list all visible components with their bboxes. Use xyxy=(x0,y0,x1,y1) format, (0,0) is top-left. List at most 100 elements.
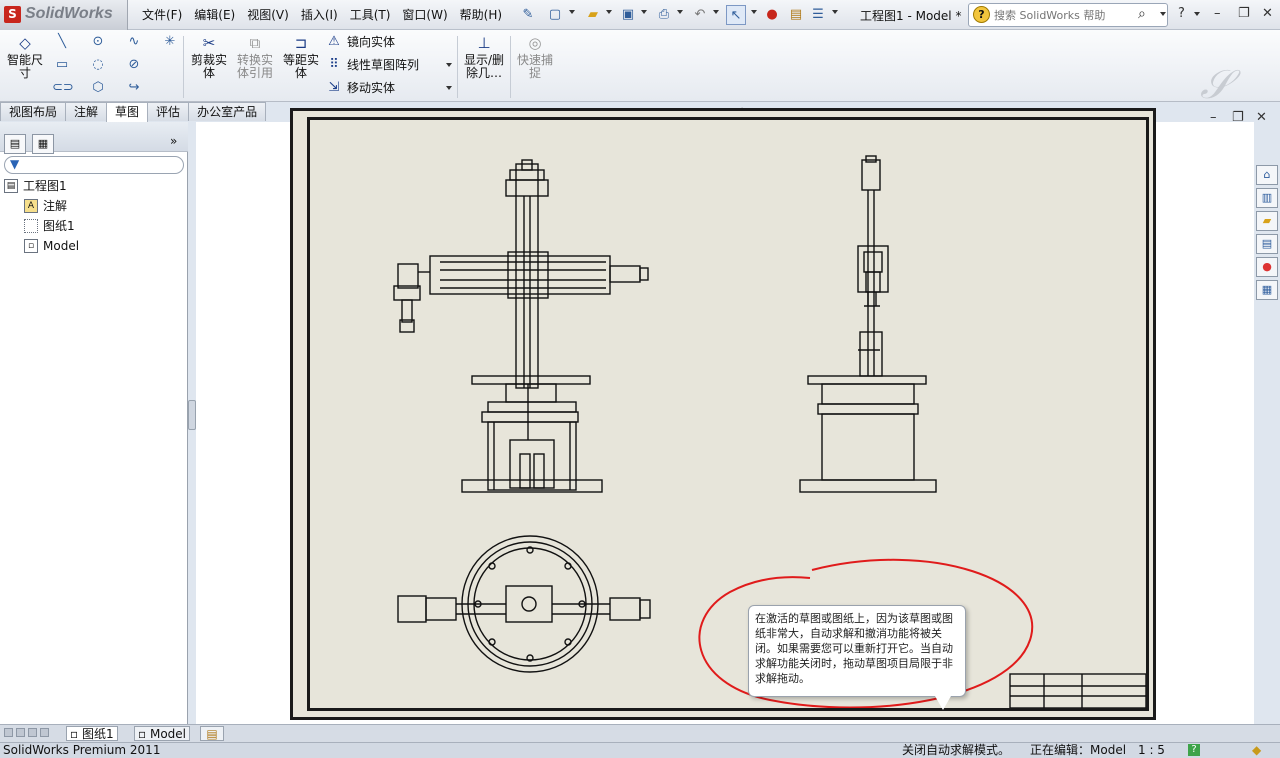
tree-item-label: Model xyxy=(43,239,80,253)
move-entities-button[interactable]: ⇲ 移动实体 xyxy=(325,80,395,96)
front-view xyxy=(393,159,649,493)
title-block xyxy=(1009,673,1146,708)
help-search-dropdown-caret[interactable] xyxy=(1160,12,1166,16)
help-search-box[interactable]: ? ⌕ xyxy=(968,3,1168,27)
circle-icon[interactable]: ⊙ xyxy=(88,32,108,52)
new-document-icon[interactable]: ▢ xyxy=(545,5,565,25)
help-status-icon[interactable]: ? xyxy=(1188,744,1200,756)
tree-item-annotations[interactable]: A 注解 xyxy=(24,198,67,214)
restore-icon[interactable]: ❐ xyxy=(1238,6,1250,21)
sheet-icon xyxy=(24,219,38,233)
ellipse-icon[interactable]: ⊘ xyxy=(124,55,144,75)
file-explorer-icon[interactable]: ▰ xyxy=(1256,211,1278,231)
print-icon[interactable]: ⎙ xyxy=(654,5,674,25)
close-icon[interactable]: ✕ xyxy=(1262,6,1273,21)
auto-solve-tooltip: 在激活的草图或图纸上，因为该草图或图纸非常大，自动求解和撤消功能将被关闭。如果需… xyxy=(748,605,966,697)
tree-root[interactable]: ▤ 工程图1 xyxy=(4,178,67,194)
canvas-close-icon[interactable]: ✕ xyxy=(1256,110,1267,125)
first-sheet-arrow[interactable] xyxy=(4,728,13,737)
save-dropdown-caret[interactable] xyxy=(641,10,647,14)
tab-sketch[interactable]: 草图 xyxy=(106,102,149,123)
tree-filter[interactable]: ▼ xyxy=(4,156,184,174)
new-dropdown-caret[interactable] xyxy=(569,10,575,14)
options-dropdown-caret[interactable] xyxy=(832,10,838,14)
help-icon[interactable]: ? xyxy=(1178,6,1185,21)
home-icon[interactable]: ⌂ xyxy=(1256,165,1278,185)
view-palette-icon[interactable]: ▤ xyxy=(1256,234,1278,254)
print-dropdown-caret[interactable] xyxy=(677,10,683,14)
tooltip-tail xyxy=(935,696,951,710)
panel-splitter-handle[interactable] xyxy=(188,400,196,430)
tree-item-label: 图纸1 xyxy=(43,219,75,233)
undo-icon[interactable]: ↶ xyxy=(690,5,710,25)
select-arrow-icon[interactable]: ↖ xyxy=(726,5,746,25)
rebuild-traffic-light-icon[interactable]: ● xyxy=(762,5,782,25)
mirror-entities-button[interactable]: ⚠ 镜向实体 xyxy=(325,34,395,50)
tab-office-products[interactable]: 办公室产品 xyxy=(188,102,267,121)
minimize-icon[interactable]: – xyxy=(1214,6,1221,21)
canvas-minimize-icon[interactable]: – xyxy=(1210,110,1217,125)
linear-pattern-button[interactable]: ⠿ 线性草图阵列 xyxy=(325,57,419,73)
design-library-icon[interactable]: ▥ xyxy=(1256,188,1278,208)
rectangle-icon[interactable]: ▭ xyxy=(52,55,72,75)
appearances-icon[interactable]: ● xyxy=(1256,257,1278,277)
drawing-sheet[interactable] xyxy=(290,108,1156,720)
undo-dropdown-caret[interactable] xyxy=(713,10,719,14)
menu-help[interactable]: 帮助(H) xyxy=(454,7,508,25)
menu-edit[interactable]: 编辑(E) xyxy=(188,7,241,25)
custom-properties-icon[interactable]: ▦ xyxy=(1256,280,1278,300)
tree-item-sheet1[interactable]: 图纸1 xyxy=(24,218,75,234)
options-icon[interactable]: ☰ xyxy=(808,5,828,25)
last-sheet-arrow[interactable] xyxy=(40,728,49,737)
trim-entities-button[interactable]: ✂ 剪裁实 体 xyxy=(188,34,230,80)
polygon-icon[interactable]: ⬡ xyxy=(88,78,108,98)
tree-item-model[interactable]: ▫ Model xyxy=(24,238,79,254)
tab-annotation[interactable]: 注解 xyxy=(65,102,108,121)
prev-sheet-arrow[interactable] xyxy=(16,728,25,737)
arc-icon[interactable]: ◌ xyxy=(88,55,108,75)
fillet-icon[interactable]: ↪ xyxy=(124,78,144,98)
feature-tree-tab-icon[interactable]: ▤ xyxy=(4,134,26,154)
select-dropdown-caret[interactable] xyxy=(751,10,757,14)
app-logo[interactable]: S SolidWorks xyxy=(0,0,128,30)
pin-icon[interactable]: ✎ xyxy=(518,5,538,25)
file-properties-icon[interactable]: ▤ xyxy=(786,5,806,25)
menu-view[interactable]: 视图(V) xyxy=(241,7,295,25)
menu-file[interactable]: 文件(F) xyxy=(136,7,188,25)
open-folder-icon[interactable]: ▰ xyxy=(583,5,603,25)
slot-icon[interactable]: ⊂⊃ xyxy=(52,78,74,98)
pattern-dropdown-caret[interactable] xyxy=(446,63,452,67)
add-sheet-button[interactable]: ▤ xyxy=(200,726,224,741)
sheet-border xyxy=(307,117,1149,711)
menu-window[interactable]: 窗口(W) xyxy=(396,7,453,25)
help-dropdown-caret[interactable] xyxy=(1194,12,1200,16)
convert-entities-button[interactable]: ⧉ 转换实 体引用 xyxy=(233,34,277,80)
display-delete-relations-button[interactable]: ⊥ 显示/删 除几… xyxy=(461,34,507,80)
property-manager-tab-icon[interactable]: ▦ xyxy=(32,134,54,154)
smart-dimension-button[interactable]: ◇ 智能尺 寸 xyxy=(4,34,46,80)
engineering-drawing xyxy=(393,155,1146,708)
open-dropdown-caret[interactable] xyxy=(606,10,612,14)
tab-view-layout[interactable]: 视图布局 xyxy=(0,102,67,121)
quick-snaps-button[interactable]: ◎ 快速捕 捉 xyxy=(514,34,556,80)
offset-icon: ⊐ xyxy=(294,34,308,52)
tab-evaluate[interactable]: 评估 xyxy=(147,102,190,121)
sheet-tab-model[interactable]: ▫ Model xyxy=(134,726,190,741)
feature-manager-panel: ▤ ▦ » ▼ ▤ 工程图1 A 注解 图纸1 ▫ Model xyxy=(0,122,188,724)
search-icon[interactable]: ⌕ xyxy=(1138,6,1146,22)
expand-panel-icon[interactable]: » xyxy=(170,134,177,148)
save-icon[interactable]: ▣ xyxy=(618,5,638,25)
spline-icon[interactable]: ∿ xyxy=(124,32,144,52)
next-sheet-arrow[interactable] xyxy=(28,728,37,737)
help-search-input[interactable] xyxy=(994,7,1134,23)
menu-insert[interactable]: 插入(I) xyxy=(295,7,344,25)
offset-entities-button[interactable]: ⊐ 等距实 体 xyxy=(280,34,322,80)
point-icon[interactable]: ✳ xyxy=(160,32,180,52)
tag-icon[interactable]: ◆ xyxy=(1252,743,1261,758)
menu-tools[interactable]: 工具(T) xyxy=(344,7,397,25)
sheet-tab-sheet1[interactable]: ▫ 图纸1 xyxy=(66,726,118,741)
canvas-restore-icon[interactable]: ❐ xyxy=(1232,110,1244,125)
move-dropdown-caret[interactable] xyxy=(446,86,452,90)
line-icon[interactable]: ╲ xyxy=(52,32,72,52)
command-tabs: 视图布局 注解 草图 评估 办公室产品 xyxy=(0,102,310,123)
